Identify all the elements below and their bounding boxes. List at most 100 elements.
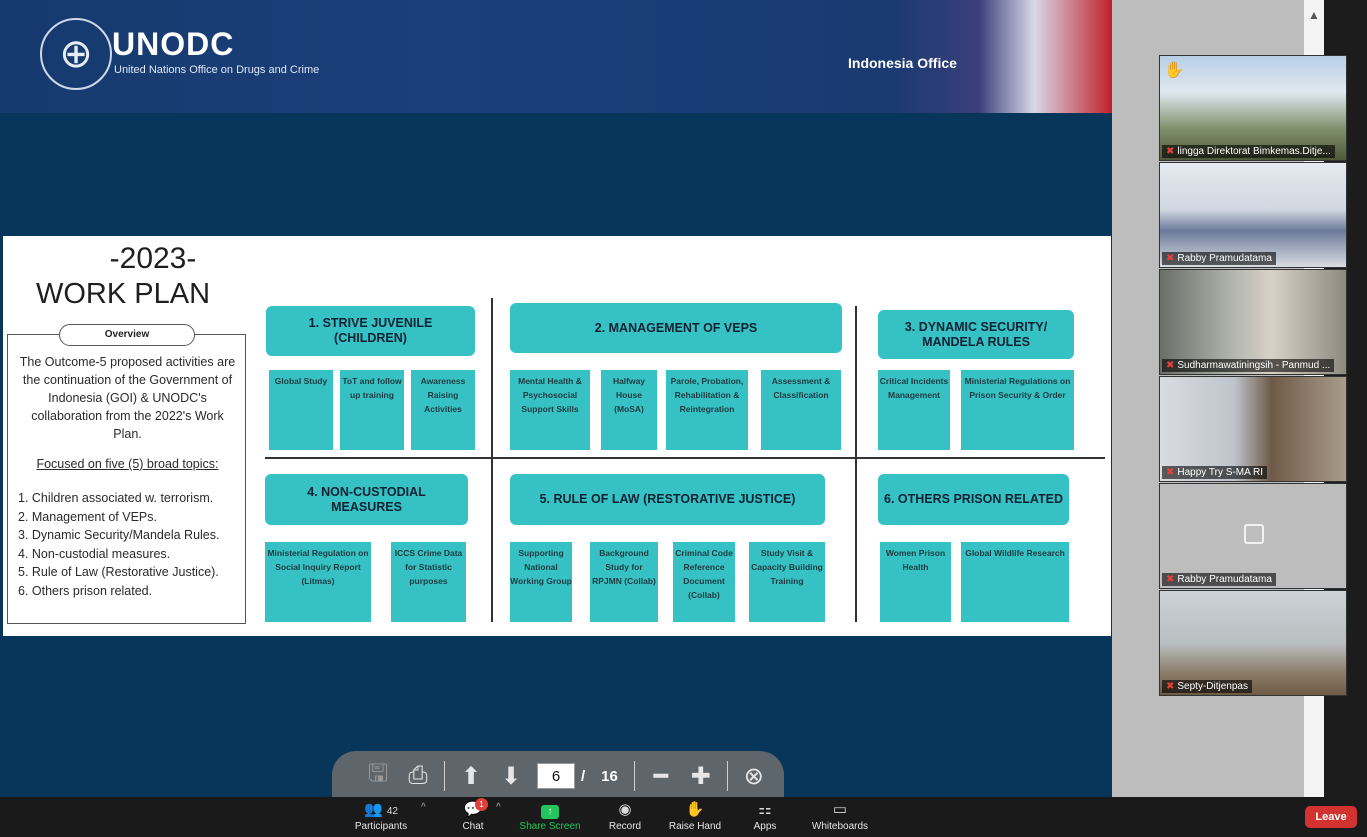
topic-5-item: Supporting National Working Group [510,542,572,622]
whiteboards-label: Whiteboards [811,821,869,832]
participants-button[interactable]: 👥 42 Participants [350,797,412,837]
topic-3-item: Critical Incidents Management [878,370,950,450]
org-full-name: United Nations Office on Drugs and Crime [114,64,320,76]
topic-2-item: Assessment & Classification [761,370,841,450]
page-separator: / [581,767,586,785]
participant-name: ✖ Septy-Ditjenpas [1162,680,1252,693]
un-emblem-icon: ⊕ [40,18,112,90]
share-screen-button[interactable]: ↑ Share Screen [518,797,582,837]
close-icon[interactable]: ⊗ [734,758,774,794]
muted-mic-icon: ✖ [1166,574,1175,585]
scroll-up-icon[interactable]: ▲ [1307,8,1321,26]
participant-video-tile[interactable]: ✖ Rabby Pramudatama [1159,162,1347,268]
muted-mic-icon: ✖ [1166,681,1175,692]
topic-6-header: 6. OTHERS PRISON RELATED [878,474,1069,525]
page-number-input[interactable]: 6 [537,763,575,789]
toolbar-separator [444,761,445,791]
zoom-out-icon[interactable]: ━ [641,758,681,794]
chat-badge: 1 [475,798,488,811]
participant-video-tile[interactable]: ✋ ✖ lingga Direktorat Bimkemas.Ditje... [1159,55,1347,161]
share-screen-icon: ↑ [541,805,559,819]
print-icon[interactable]: ⎙ [398,758,438,794]
raise-hand-label: Raise Hand [668,821,722,832]
zoom-meeting-window: ⊕ UNODC United Nations Office on Drugs a… [0,0,1367,837]
topic-1-item: Awareness Raising Activities [411,370,475,450]
record-button[interactable]: ◉ Record [604,797,646,837]
zoom-in-icon[interactable]: ✚ [681,758,721,794]
participant-video-tile[interactable]: ✖ Rabby Pramudatama [1159,483,1347,589]
topic-6-item: Global Wildlife Research [961,542,1069,622]
participant-name: ✖ Rabby Pramudatama [1162,573,1276,586]
topic-5-header: 5. RULE OF LAW (RESTORATIVE JUSTICE) [510,474,825,525]
muted-mic-icon: ✖ [1166,467,1175,478]
muted-mic-icon: ✖ [1166,146,1175,157]
topic-3-header: 3. DYNAMIC SECURITY/ MANDELA RULES [878,310,1074,359]
muted-mic-icon: ✖ [1166,253,1175,264]
topics-list: 1. Children associated w. terrorism. 2. … [18,489,237,600]
save-icon[interactable]: 🖫 [358,758,398,794]
participant-name: ✖ Happy Try S-MA RI [1162,466,1267,479]
topics-list-item: 6. Others prison related. [18,583,153,598]
whiteboard-icon: ▭ [832,801,848,818]
topic-2-item: Halfway House (MoSA) [601,370,657,450]
record-label: Record [608,821,642,832]
divider [265,457,1105,459]
topic-2-item: Parole, Probation, Rehabilitation & Rein… [666,370,748,450]
arrow-down-icon[interactable]: ⬇ [491,758,531,794]
muted-mic-icon: ✖ [1166,360,1175,371]
pdf-viewer-toolbar: 🖫 ⎙ ⬆ ⬇ 6 / 16 ━ ✚ ⊗ [332,751,784,801]
raised-hand-icon: ✋ [1164,62,1184,79]
apps-label: Apps [753,821,777,832]
overview-label: Overview [59,324,195,346]
toolbar-separator [633,761,635,791]
apps-button[interactable]: ⚏ Apps [746,797,784,837]
chevron-up-icon[interactable]: ^ [421,802,426,813]
topic-5-item: Background Study for RPJMN (Collab) [590,542,658,622]
topics-list-item: 1. Children associated w. terrorism. [18,491,214,505]
topic-4-item: Ministerial Regulation on Social Inquiry… [265,542,371,622]
participant-name: ✖ lingga Direktorat Bimkemas.Ditje... [1162,145,1335,158]
meeting-controls: 👥 42 Participants ^ 💬 1 Chat ^ ↑ Share S… [0,797,1367,837]
topics-list-item: 5. Rule of Law (Restorative Justice). [18,565,219,579]
whiteboards-button[interactable]: ▭ Whiteboards [808,797,872,837]
chat-label: Chat [462,821,484,832]
slide-year: -2023- [109,242,197,275]
participants-icon: 👥 [364,801,383,818]
topic-1-item: Global Study [269,370,333,450]
raise-hand-button[interactable]: ✋ Raise Hand [665,797,725,837]
slide-banner: ⊕ UNODC United Nations Office on Drugs a… [0,0,1112,113]
focus-text: Focused on five (5) broad topics: [36,457,219,471]
divider [491,298,493,622]
page-total: 16 [601,767,618,785]
participants-label: Participants [354,821,408,832]
chevron-up-icon[interactable]: ^ [496,802,501,813]
participant-video-tile[interactable]: ✖ Sudharmawatiningsih - Panmud ... [1159,269,1347,375]
divider [855,306,857,622]
shared-screen: ⊕ UNODC United Nations Office on Drugs a… [0,0,1112,797]
topics-list-item: 3. Dynamic Security/Mandela Rules. [18,528,220,542]
topic-5-item: Criminal Code Reference Document (Collab… [673,542,735,622]
arrow-up-icon[interactable]: ⬆ [451,758,491,794]
topic-3-item: Ministerial Regulations on Prison Securi… [961,370,1074,450]
topic-2-header: 2. MANAGEMENT OF VEPS [510,303,842,353]
chat-button[interactable]: 💬 1 Chat [455,797,491,837]
topic-1-header: 1. STRIVE JUVENILE (CHILDREN) [266,306,475,356]
participant-video-tile[interactable]: ✖ Happy Try S-MA RI [1159,376,1347,482]
topic-1-item: ToT and follow up training [340,370,404,450]
share-screen-label: Share Screen [519,821,581,832]
participant-name: ✖ Sudharmawatiningsih - Panmud ... [1162,359,1335,372]
participant-name: ✖ Rabby Pramudatama [1162,252,1276,265]
overview-text: The Outcome-5 proposed activities are th… [19,355,236,441]
org-name: UNODC [112,26,235,62]
topics-list-item: 4. Non-custodial measures. [18,546,171,561]
apps-icon: ⚏ [758,801,772,818]
participants-count: 42 [386,806,398,817]
camera-off-icon [1244,524,1264,544]
toolbar-separator [726,761,728,791]
participant-video-tile[interactable]: ✖ Septy-Ditjenpas [1159,590,1347,696]
office-label: Indonesia Office [848,55,957,71]
leave-button[interactable]: Leave [1305,806,1357,828]
topic-4-item: ICCS Crime Data for Statistic purposes [391,542,466,622]
topics-list-item: 2. Management of VEPs. [18,509,157,524]
topic-4-header: 4. NON-CUSTODIAL MEASURES [265,474,468,525]
